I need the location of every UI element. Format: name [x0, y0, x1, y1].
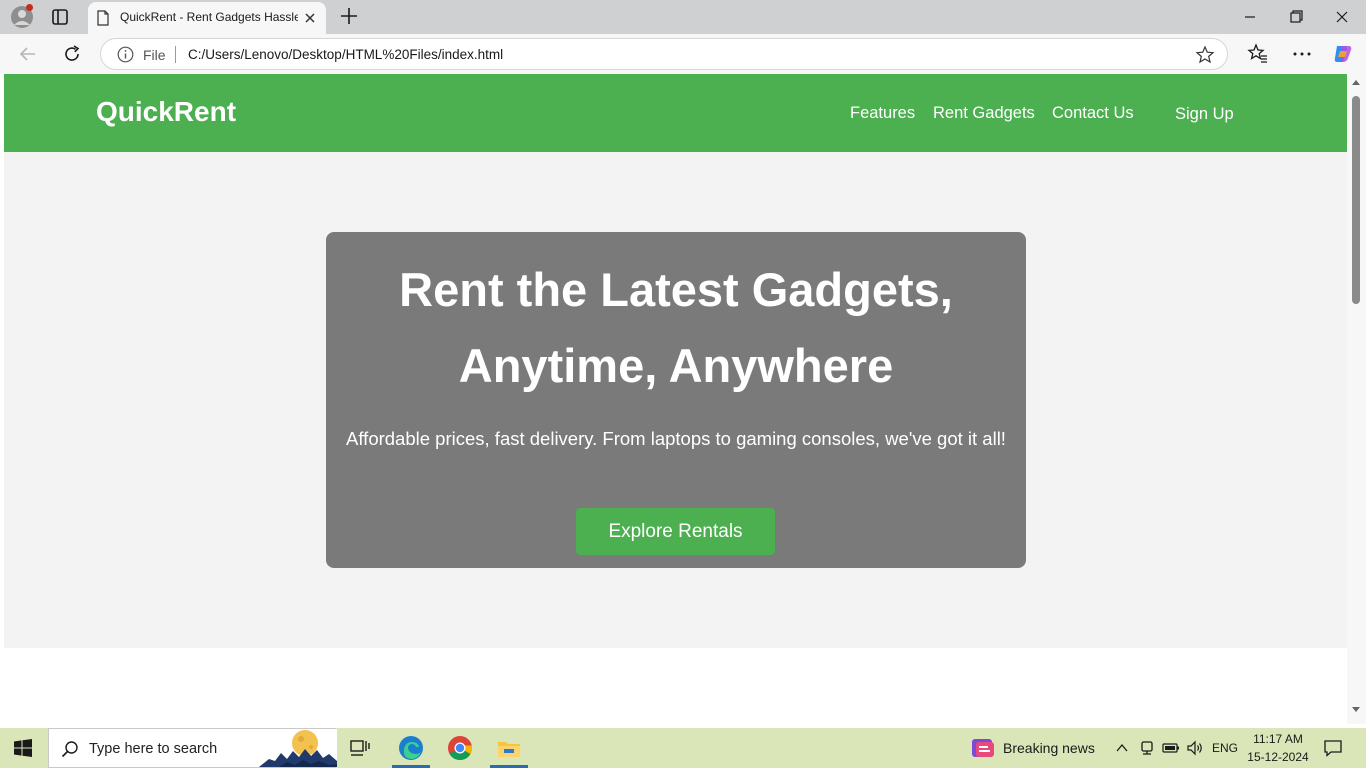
hero-title: Rent the Latest Gadgets, Anytime, Anywhe…	[326, 252, 1026, 404]
input-language-indicator[interactable]: ENG	[1212, 741, 1238, 755]
hero-section: Rent the Latest Gadgets, Anytime, Anywhe…	[4, 152, 1347, 648]
show-hidden-icons-chevron-icon[interactable]	[1114, 740, 1130, 756]
more-options-icon[interactable]	[1290, 42, 1314, 66]
search-highlight-illustration	[259, 729, 337, 767]
taskbar-app-chrome[interactable]	[445, 733, 475, 763]
window-close-icon[interactable]	[1330, 6, 1354, 28]
nav-link-features[interactable]: Features	[850, 104, 915, 123]
nav-link-contact-us[interactable]: Contact Us	[1052, 104, 1134, 123]
notifications-icon[interactable]	[1323, 738, 1343, 758]
hero-title-line1: Rent the Latest Gadgets,	[399, 263, 953, 316]
hero-subtitle: Affordable prices, fast delivery. From l…	[346, 428, 1006, 449]
taskbar-search-box[interactable]: Type here to search	[48, 728, 337, 768]
browser-tab-strip: QuickRent - Rent Gadgets Hassle-Free	[0, 0, 1366, 34]
windows-start-icon[interactable]	[14, 739, 32, 757]
address-divider	[175, 46, 176, 63]
info-icon[interactable]	[117, 46, 134, 63]
page-scrollbar[interactable]	[1347, 74, 1366, 724]
news-widget-icon[interactable]	[970, 736, 996, 760]
favorites-icon[interactable]	[1246, 42, 1270, 66]
url-text[interactable]: C:/Users/Lenovo/Desktop/HTML%20Files/ind…	[188, 47, 503, 62]
taskbar-app-edge[interactable]	[392, 733, 430, 768]
tab-actions-icon[interactable]	[48, 6, 72, 28]
battery-icon[interactable]	[1162, 739, 1180, 757]
taskbar-app-file-explorer[interactable]	[490, 733, 528, 768]
volume-icon[interactable]	[1186, 739, 1204, 757]
nav-link-rent-gadgets[interactable]: Rent Gadgets	[933, 104, 1035, 123]
scroll-thumb[interactable]	[1352, 96, 1360, 304]
scroll-down-arrow-icon[interactable]	[1351, 706, 1361, 714]
site-header: QuickRent Features Rent Gadgets Contact …	[4, 74, 1347, 152]
explore-rentals-button[interactable]: Explore Rentals	[576, 508, 775, 555]
page-viewport: QuickRent Features Rent Gadgets Contact …	[4, 74, 1347, 724]
search-icon	[61, 741, 78, 758]
tab-close-icon[interactable]	[302, 10, 318, 26]
site-logo[interactable]: QuickRent	[96, 96, 236, 128]
page-icon	[97, 10, 109, 26]
copilot-icon[interactable]	[1331, 42, 1355, 66]
hero-card: Rent the Latest Gadgets, Anytime, Anywhe…	[326, 232, 1026, 568]
add-favorite-star-icon[interactable]	[1195, 45, 1215, 65]
hero-title-line2: Anytime, Anywhere	[458, 339, 894, 392]
news-widget-text[interactable]: Breaking news	[1003, 740, 1095, 756]
file-explorer-icon	[498, 742, 520, 757]
profile-notification-dot	[26, 4, 33, 11]
meet-now-icon[interactable]	[1138, 739, 1156, 757]
chrome-icon	[448, 736, 473, 761]
task-view-icon[interactable]	[349, 737, 371, 759]
edge-icon	[399, 736, 423, 760]
reload-icon[interactable]	[60, 42, 84, 66]
scheme-label: File	[143, 47, 166, 63]
window-minimize-icon[interactable]	[1238, 6, 1262, 28]
tab-active[interactable]: QuickRent - Rent Gadgets Hassle-Free	[88, 2, 326, 34]
nav-link-sign-up[interactable]: Sign Up	[1175, 105, 1234, 124]
tab-title: QuickRent - Rent Gadgets Hassle-Free	[120, 10, 298, 24]
windows-taskbar: Type here to search Breaking news ENG 11…	[0, 728, 1366, 768]
clock-date: 15-12-2024	[1247, 750, 1309, 764]
back-arrow-icon[interactable]	[16, 42, 40, 66]
new-tab-icon[interactable]	[338, 5, 360, 27]
window-restore-icon[interactable]	[1284, 6, 1308, 28]
scroll-up-arrow-icon[interactable]	[1351, 78, 1361, 86]
search-placeholder: Type here to search	[89, 741, 218, 757]
address-bar[interactable]: File C:/Users/Lenovo/Desktop/HTML%20File…	[100, 38, 1228, 70]
clock-time: 11:17 AM	[1253, 732, 1303, 746]
browser-toolbar: File C:/Users/Lenovo/Desktop/HTML%20File…	[0, 34, 1366, 74]
